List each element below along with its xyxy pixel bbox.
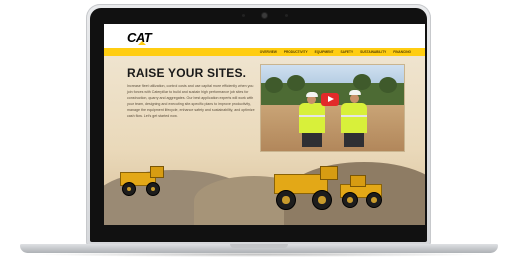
tree-shape (379, 77, 397, 93)
tree-shape (287, 75, 305, 91)
logo-triangle-icon (138, 41, 146, 45)
play-icon[interactable] (321, 93, 339, 106)
hero-section: RAISE YOUR SITES. Increase fleet utiliza… (104, 56, 425, 225)
sensor-dot (285, 14, 288, 17)
hero-body-text: Increase fleet utilization, control cost… (127, 84, 255, 118)
laptop-notch (230, 244, 288, 248)
laptop-screen: CAT OVERVIEW PRODUCTIVITY EQUIPMENT SAFE… (104, 24, 425, 225)
nav-item-financing[interactable]: FINANCING (393, 50, 411, 54)
site-header: CAT (104, 24, 425, 48)
video-player[interactable] (261, 65, 404, 151)
nav-item-safety[interactable]: SAFETY (341, 50, 354, 54)
video-ground (261, 105, 404, 151)
tree-shape (353, 74, 371, 90)
mining-scene (104, 156, 425, 225)
main-nav: OVERVIEW PRODUCTIVITY EQUIPMENT SAFETY S… (104, 48, 425, 56)
nav-item-sustainability[interactable]: SUSTAINABILITY (360, 50, 386, 54)
nav-item-productivity[interactable]: PRODUCTIVITY (284, 50, 308, 54)
tree-shape (265, 77, 283, 93)
webcam-icon (262, 13, 267, 18)
sensor-dot (242, 14, 245, 17)
nav-item-overview[interactable]: OVERVIEW (260, 50, 277, 54)
nav-item-equipment[interactable]: EQUIPMENT (315, 50, 334, 54)
hero-headline: RAISE YOUR SITES. (127, 66, 247, 80)
